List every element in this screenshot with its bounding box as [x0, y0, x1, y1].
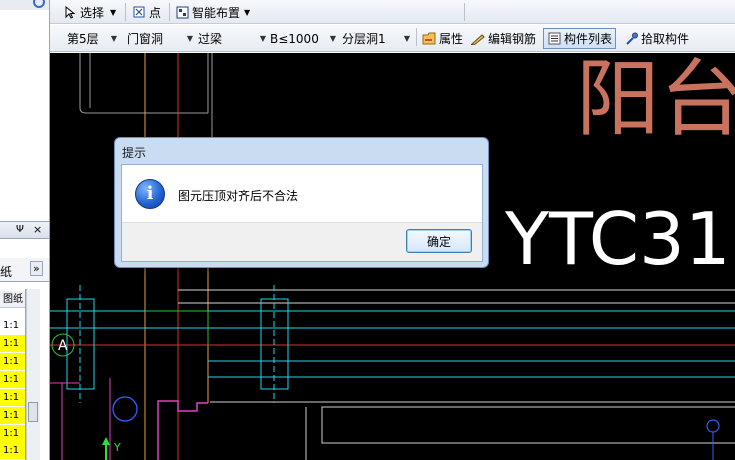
chevron-down-icon[interactable]: ▼: [404, 34, 410, 43]
point-button[interactable]: 点: [132, 2, 161, 22]
chevron-down-icon[interactable]: ▼: [244, 8, 250, 17]
chevron-down-icon[interactable]: ▼: [187, 34, 193, 43]
left-panel-tabs: 纸 »: [0, 258, 49, 282]
toolbar-separator: [125, 3, 126, 21]
property-button[interactable]: 属性: [419, 28, 466, 49]
property-icon: [422, 32, 436, 46]
smart-layout-label: 智能布置: [192, 5, 241, 20]
toolbar-separator: [416, 28, 417, 46]
select-label: 选择: [80, 5, 105, 20]
select-button[interactable]: 选择 ▼: [63, 2, 116, 22]
eyedropper-icon: [624, 32, 638, 46]
axis-label-a: A: [58, 338, 68, 354]
list-scrollbar[interactable]: [26, 289, 40, 460]
left-panel: Ψ × 纸 » 图纸 1:1 1:1 1:1 1:1 1:1 1:1 1:1 1…: [0, 0, 50, 460]
type-select-value: 过梁: [198, 32, 223, 46]
smart-layout-button[interactable]: 智能布置 ▼: [175, 2, 250, 22]
floor-select-value: 第5层: [67, 32, 99, 46]
list-item[interactable]: 1:1: [0, 389, 25, 406]
property-label: 属性: [439, 32, 464, 46]
dialog-title: 提示: [122, 146, 147, 160]
smart-layout-icon: [175, 5, 189, 19]
list-column-header[interactable]: 图纸: [0, 291, 25, 308]
y-axis-label: Y: [113, 441, 121, 454]
ok-button[interactable]: 确定: [406, 229, 472, 253]
spec-select[interactable]: B≤1000 ▼: [270, 29, 336, 48]
category-select-value: 门窗洞: [127, 32, 164, 46]
left-panel-header: Ψ ×: [0, 221, 49, 239]
list-item[interactable]: 1:1: [0, 407, 25, 424]
list-item[interactable]: 1:1: [0, 353, 25, 370]
dialog-body: i 图元压顶对齐后不合法 确定: [121, 164, 483, 262]
dialog-message: 图元压顶对齐后不合法: [178, 189, 299, 203]
list-item[interactable]: 1:1: [0, 442, 25, 459]
list-item[interactable]: 1:1: [0, 371, 25, 388]
pick-component-label: 拾取构件: [641, 32, 690, 46]
component-list-label: 构件列表: [564, 32, 613, 46]
dialog-message-area: i 图元压顶对齐后不合法: [122, 165, 482, 223]
layer-select[interactable]: 分层洞1 ▼: [342, 29, 410, 48]
chevron-down-icon[interactable]: ▼: [330, 34, 336, 43]
edit-rebar-label: 编辑钢筋: [488, 32, 537, 46]
component-list-button[interactable]: 构件列表: [543, 28, 617, 49]
more-tabs-icon[interactable]: »: [30, 261, 43, 276]
toolbar-separator: [169, 3, 170, 21]
list-item[interactable]: 1:1: [0, 425, 25, 442]
point-icon: [132, 5, 146, 19]
pin-icon[interactable]: Ψ: [16, 224, 24, 235]
list-item[interactable]: 1:1: [0, 335, 25, 352]
pick-component-button[interactable]: 拾取构件: [621, 28, 692, 49]
toolbar-separator: [464, 3, 465, 21]
list-item[interactable]: 1:1: [0, 317, 25, 334]
tab-drawing[interactable]: 纸: [0, 263, 12, 280]
close-icon[interactable]: ×: [33, 223, 42, 236]
message-dialog: 提示 i 图元压顶对齐后不合法 确定: [114, 137, 489, 268]
list-icon: [547, 32, 561, 46]
cursor-icon: [63, 5, 77, 19]
scrollbar-thumb[interactable]: [28, 402, 38, 422]
left-panel-top-bar: [0, 0, 49, 10]
info-icon: i: [135, 179, 165, 209]
floor-select[interactable]: 第5层 ▼: [67, 29, 117, 48]
category-select[interactable]: 门窗洞 ▼: [127, 29, 193, 48]
layer-select-value: 分层洞1: [342, 32, 386, 46]
toolbar-primary: 选择 ▼ 点 智能布置 ▼: [50, 0, 735, 24]
cad-text-ytc31: YTC31: [505, 197, 731, 281]
toolbar-secondary: 第5层 ▼ 门窗洞 ▼ 过梁 ▼ B≤1000 ▼ 分层洞1 ▼ 属性 编辑钢筋…: [50, 25, 735, 52]
type-select[interactable]: 过梁 ▼: [198, 29, 266, 48]
chevron-down-icon[interactable]: ▼: [111, 34, 117, 43]
pencil-icon: [471, 32, 485, 46]
spec-select-value: B≤1000: [270, 31, 319, 46]
drawing-list: 图纸 1:1 1:1 1:1 1:1 1:1 1:1 1:1 1:1: [0, 289, 26, 460]
search-icon[interactable]: [33, 0, 45, 8]
chevron-down-icon[interactable]: ▼: [260, 34, 266, 43]
edit-rebar-button[interactable]: 编辑钢筋: [468, 28, 539, 49]
chevron-down-icon[interactable]: ▼: [110, 8, 116, 17]
cad-text-balcony: 阳台: [576, 53, 735, 148]
point-label: 点: [149, 5, 162, 20]
